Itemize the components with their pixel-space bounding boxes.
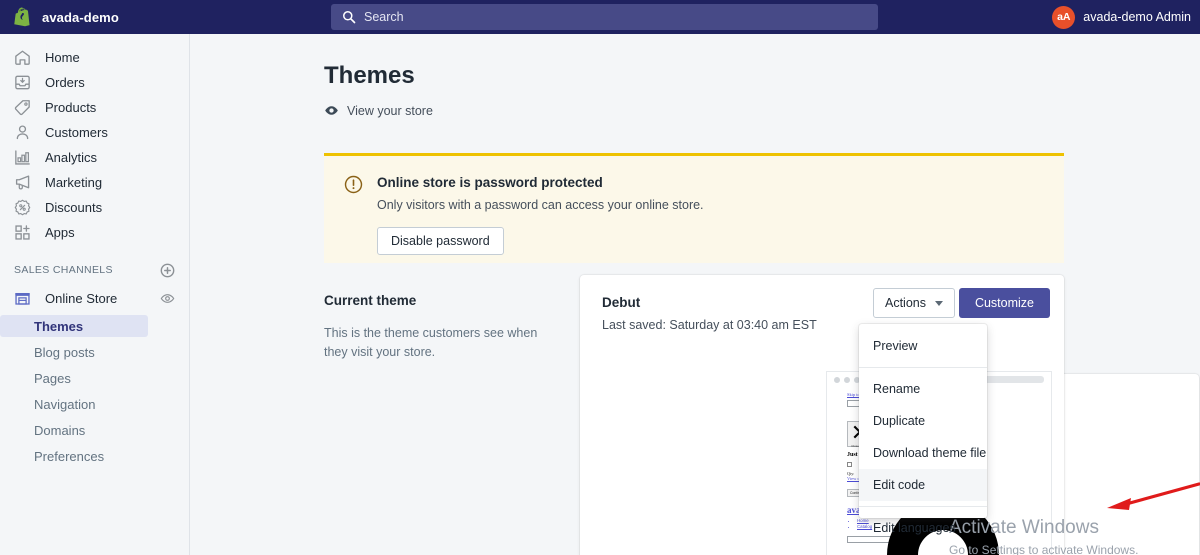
- search-input[interactable]: [364, 7, 844, 27]
- subnav-label: Preferences: [34, 448, 105, 464]
- sales-channels-title: SALES CHANNELS: [14, 264, 113, 276]
- browser-dot: [834, 376, 840, 383]
- sidebar-item-customers[interactable]: Customers: [0, 120, 189, 145]
- current-theme-heading: Current theme: [324, 293, 417, 308]
- subnav-label: Domains: [34, 422, 86, 438]
- menu-item-edit-code[interactable]: Edit code: [859, 469, 987, 501]
- menu-divider: [859, 367, 987, 368]
- user-name: avada-demo Admin: [1083, 10, 1191, 24]
- person-icon: [16, 125, 29, 140]
- sidebar: Home Orders Products Customers Analytics…: [0, 34, 190, 555]
- top-bar: avada-demo aA avada-demo Admin: [0, 0, 1200, 34]
- channel-label: Online Store: [45, 290, 118, 306]
- sidebar-item-label: Apps: [45, 225, 75, 240]
- home-icon: [15, 50, 30, 65]
- actions-button[interactable]: Actions: [873, 288, 955, 318]
- menu-item-edit-languages[interactable]: Edit languages: [859, 512, 987, 544]
- sidebar-item-pages[interactable]: Pages: [0, 367, 148, 389]
- storefront-icon: [15, 292, 30, 305]
- subnav-label: Blog posts: [34, 344, 95, 360]
- menu-divider: [859, 506, 987, 507]
- sidebar-item-blog-posts[interactable]: Blog posts: [0, 341, 148, 363]
- sidebar-item-marketing[interactable]: Marketing: [0, 170, 189, 195]
- theme-last-saved: Last saved: Saturday at 03:40 am EST: [602, 318, 817, 332]
- sidebar-item-discounts[interactable]: Discounts: [0, 195, 189, 220]
- current-theme-description: This is the theme customers see when the…: [324, 326, 538, 360]
- menu-item-preview[interactable]: Preview: [859, 330, 987, 362]
- search-bar[interactable]: [331, 4, 878, 30]
- actions-dropdown-menu: Preview Rename Duplicate Download theme …: [859, 324, 987, 535]
- banner-title: Online store is password protected: [377, 175, 603, 190]
- sidebar-item-orders[interactable]: Orders: [0, 70, 189, 95]
- subnav-label: Themes: [34, 318, 84, 334]
- view-your-store-label: View your store: [347, 103, 433, 118]
- password-protected-banner: Online store is password protected Only …: [324, 153, 1064, 263]
- disable-password-button[interactable]: Disable password: [377, 227, 504, 255]
- customize-button[interactable]: Customize: [958, 288, 1050, 318]
- alert-circle-icon: [344, 175, 363, 194]
- megaphone-icon: [15, 175, 30, 190]
- sidebar-item-label: Discounts: [45, 200, 103, 215]
- view-your-store-link[interactable]: View your store: [324, 103, 433, 118]
- user-menu[interactable]: aA avada-demo Admin: [1052, 0, 1191, 34]
- sidebar-item-label: Analytics: [45, 150, 98, 165]
- menu-item-download-theme-file[interactable]: Download theme file: [859, 437, 987, 469]
- sidebar-item-label: Home: [45, 50, 80, 65]
- sidebar-item-label: Orders: [45, 75, 85, 90]
- brand-area[interactable]: avada-demo: [0, 0, 190, 34]
- apps-grid-icon: [15, 225, 30, 240]
- discount-badge-icon: [14, 199, 31, 216]
- page-title: Themes: [324, 62, 415, 89]
- sidebar-item-domains[interactable]: Domains: [0, 419, 148, 441]
- sidebar-item-themes[interactable]: Themes: [0, 315, 148, 337]
- sidebar-item-analytics[interactable]: Analytics: [0, 145, 189, 170]
- chevron-down-icon: [935, 300, 943, 306]
- preview-placeholder-box: [847, 462, 852, 467]
- sidebar-item-preferences[interactable]: Preferences: [0, 445, 148, 467]
- main-content: Themes View your store Online store is p…: [191, 34, 1200, 555]
- sidebar-item-label: Customers: [45, 125, 108, 140]
- shopify-bag-icon: [14, 6, 30, 26]
- sidebar-item-label: Products: [45, 100, 97, 115]
- sidebar-item-apps[interactable]: Apps: [0, 220, 189, 245]
- tag-icon: [14, 100, 30, 116]
- sidebar-item-navigation[interactable]: Navigation: [0, 393, 148, 415]
- sidebar-item-home[interactable]: Home: [0, 45, 189, 70]
- menu-item-rename[interactable]: Rename: [859, 373, 987, 405]
- actions-button-label: Actions: [885, 296, 926, 310]
- avatar: aA: [1052, 5, 1076, 29]
- orders-inbox-icon: [15, 75, 30, 90]
- sidebar-item-label: Marketing: [45, 175, 103, 190]
- sidebar-item-products[interactable]: Products: [0, 95, 189, 120]
- eye-icon: [325, 106, 338, 115]
- watermark-subtitle: Go to Settings to activate Windows.: [949, 543, 1139, 555]
- current-theme-card: Debut Last saved: Saturday at 03:40 am E…: [580, 275, 1064, 555]
- subnav-label: Navigation: [34, 396, 96, 412]
- sidebar-item-online-store[interactable]: Online Store: [0, 285, 189, 311]
- subnav-label: Pages: [34, 370, 71, 386]
- browser-dot: [844, 376, 850, 383]
- plus-circle-icon[interactable]: [160, 263, 175, 278]
- brand-name: avada-demo: [42, 9, 119, 25]
- theme-name: Debut: [602, 295, 641, 310]
- eye-icon[interactable]: [160, 291, 175, 306]
- bar-chart-icon: [15, 150, 30, 165]
- search-icon: [343, 11, 356, 24]
- sales-channels-header: SALES CHANNELS: [0, 259, 189, 281]
- banner-subtitle: Only visitors with a password can access…: [377, 198, 704, 212]
- menu-item-duplicate[interactable]: Duplicate: [859, 405, 987, 437]
